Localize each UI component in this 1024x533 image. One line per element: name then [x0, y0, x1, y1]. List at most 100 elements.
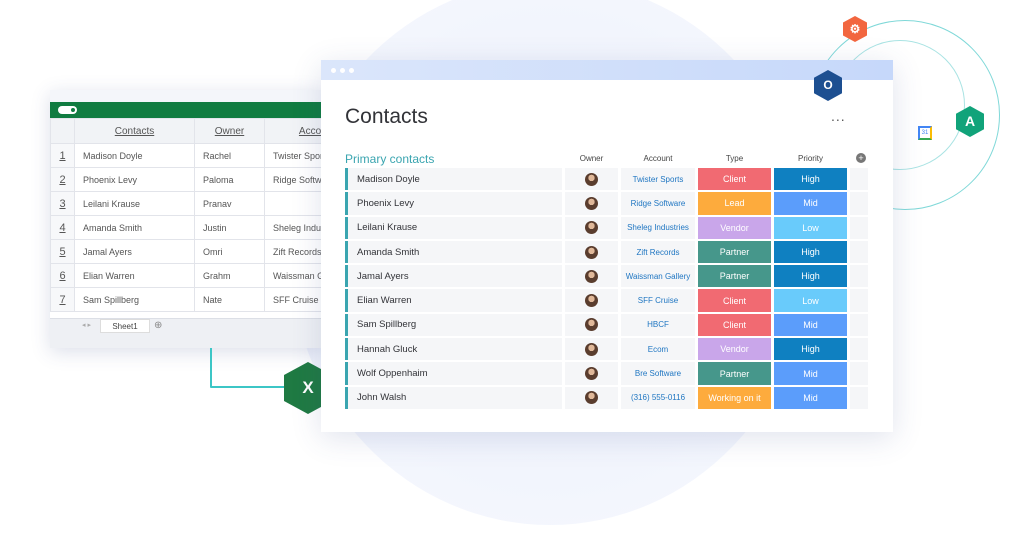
row-number[interactable]: 5 — [50, 239, 75, 264]
row-number[interactable]: 4 — [50, 215, 75, 240]
cell-account[interactable]: Zift Records — [264, 239, 322, 264]
account-link[interactable]: SFF Cruise — [621, 289, 695, 312]
contact-name[interactable]: John Walsh — [345, 386, 562, 409]
more-options-icon[interactable]: ... — [831, 108, 846, 124]
owner-cell[interactable] — [565, 265, 618, 288]
priority-status[interactable]: High — [774, 265, 847, 288]
cell-account[interactable]: Waissman Gallery — [264, 263, 322, 288]
empty-cell — [850, 289, 868, 312]
contact-name[interactable]: Phoenix Levy — [345, 192, 562, 215]
contact-name[interactable]: Leilani Krause — [345, 216, 562, 239]
cell-contact[interactable]: Amanda Smith — [74, 215, 195, 240]
cell-contact[interactable]: Jamal Ayers — [74, 239, 195, 264]
priority-status[interactable]: Mid — [774, 192, 847, 215]
add-sheet-icon[interactable]: ⊕ — [154, 320, 162, 331]
type-status[interactable]: Vendor — [698, 338, 771, 361]
table-row: Amanda Smith Zift Records Partner High — [345, 240, 868, 265]
header-priority: Priority — [798, 154, 823, 163]
owner-cell[interactable] — [565, 168, 618, 191]
priority-status[interactable]: Low — [774, 216, 847, 239]
contact-name[interactable]: Jamal Ayers — [345, 265, 562, 288]
account-link[interactable]: HBCF — [621, 313, 695, 337]
table-row: Madison Doyle Twister Sports Client High — [345, 168, 868, 192]
owner-cell[interactable] — [565, 386, 618, 409]
sheet-row: 2Phoenix LevyPalomaRidge Software — [50, 167, 322, 192]
cell-contact[interactable]: Elian Warren — [74, 263, 195, 288]
owner-cell[interactable] — [565, 216, 618, 239]
google-calendar-icon: 31 — [918, 126, 932, 140]
cell-owner[interactable]: Nate — [194, 287, 265, 312]
group-title[interactable]: Primary contacts — [345, 152, 434, 166]
cell-owner[interactable]: Rachel — [194, 143, 265, 168]
account-link[interactable]: Zift Records — [621, 240, 695, 264]
sheet-row: 6Elian WarrenGrahmWaissman Gallery — [50, 263, 322, 288]
sheet-nav-arrows[interactable]: ◂ ▸ — [82, 321, 91, 329]
priority-status[interactable]: Mid — [774, 313, 847, 337]
priority-status[interactable]: Low — [774, 289, 847, 312]
owner-cell[interactable] — [565, 289, 618, 312]
contact-name[interactable]: Elian Warren — [345, 289, 562, 312]
page-title: Contacts — [345, 105, 428, 128]
contact-name[interactable]: Sam Spillberg — [345, 313, 562, 337]
header-type: Type — [725, 154, 744, 163]
priority-status[interactable]: High — [774, 168, 847, 191]
priority-status[interactable]: High — [774, 240, 847, 264]
account-link[interactable]: Bre Software — [621, 362, 695, 385]
cell-owner[interactable]: Paloma — [194, 167, 265, 192]
priority-status[interactable]: Mid — [774, 386, 847, 409]
account-link[interactable]: (316) 555-0116 — [621, 386, 695, 409]
table-row: John Walsh (316) 555-0116 Working on it … — [345, 386, 868, 411]
account-link[interactable]: Ecom — [621, 338, 695, 361]
toggle[interactable] — [58, 106, 77, 114]
owner-cell[interactable] — [565, 192, 618, 215]
type-status[interactable]: Client — [698, 289, 771, 312]
cell-account[interactable] — [264, 191, 322, 216]
type-status[interactable]: Partner — [698, 265, 771, 288]
type-status[interactable]: Client — [698, 168, 771, 191]
contact-name[interactable]: Wolf Oppenhaim — [345, 362, 562, 385]
type-status[interactable]: Working on it — [698, 386, 771, 409]
account-link[interactable]: Twister Sports — [621, 168, 695, 191]
account-link[interactable]: Sheleg Industries — [621, 216, 695, 239]
cell-contact[interactable]: Madison Doyle — [74, 143, 195, 168]
row-number[interactable]: 7 — [50, 287, 75, 312]
col-account[interactable]: Account — [264, 118, 322, 144]
row-number[interactable]: 2 — [50, 167, 75, 192]
col-owner[interactable]: Owner — [194, 118, 265, 144]
cell-account[interactable]: Sheleg Industries — [264, 215, 322, 240]
priority-status[interactable]: Mid — [774, 362, 847, 385]
contact-name[interactable]: Hannah Gluck — [345, 338, 562, 361]
avatar — [585, 294, 598, 308]
row-number[interactable]: 6 — [50, 263, 75, 288]
col-contacts[interactable]: Contacts — [74, 118, 195, 144]
type-status[interactable]: Partner — [698, 362, 771, 385]
account-link[interactable]: Waissman Gallery — [621, 265, 695, 288]
type-status[interactable]: Vendor — [698, 216, 771, 239]
cell-owner[interactable]: Omri — [194, 239, 265, 264]
cell-account[interactable]: SFF Cruise — [264, 287, 322, 312]
owner-cell[interactable] — [565, 362, 618, 385]
contact-name[interactable]: Amanda Smith — [345, 240, 562, 264]
sheet-tab[interactable]: Sheet1 — [100, 319, 150, 333]
add-column-button[interactable]: + — [856, 153, 866, 163]
cell-owner[interactable]: Grahm — [194, 263, 265, 288]
cell-contact[interactable]: Sam Spillberg — [74, 287, 195, 312]
cell-contact[interactable]: Leilani Krause — [74, 191, 195, 216]
owner-cell[interactable] — [565, 240, 618, 264]
priority-status[interactable]: High — [774, 338, 847, 361]
row-number[interactable]: 1 — [50, 143, 75, 168]
cell-account[interactable]: Twister Sports — [264, 143, 322, 168]
type-status[interactable]: Partner — [698, 240, 771, 264]
account-link[interactable]: Ridge Software — [621, 192, 695, 215]
cell-account[interactable]: Ridge Software — [264, 167, 322, 192]
cell-owner[interactable]: Justin — [194, 215, 265, 240]
cell-contact[interactable]: Phoenix Levy — [74, 167, 195, 192]
type-status[interactable]: Client — [698, 313, 771, 337]
cell-owner[interactable]: Pranav — [194, 191, 265, 216]
owner-cell[interactable] — [565, 338, 618, 361]
table-row: Leilani Krause Sheleg Industries Vendor … — [345, 216, 868, 241]
type-status[interactable]: Lead — [698, 192, 771, 215]
row-number[interactable]: 3 — [50, 191, 75, 216]
owner-cell[interactable] — [565, 313, 618, 337]
contact-name[interactable]: Madison Doyle — [345, 168, 562, 191]
